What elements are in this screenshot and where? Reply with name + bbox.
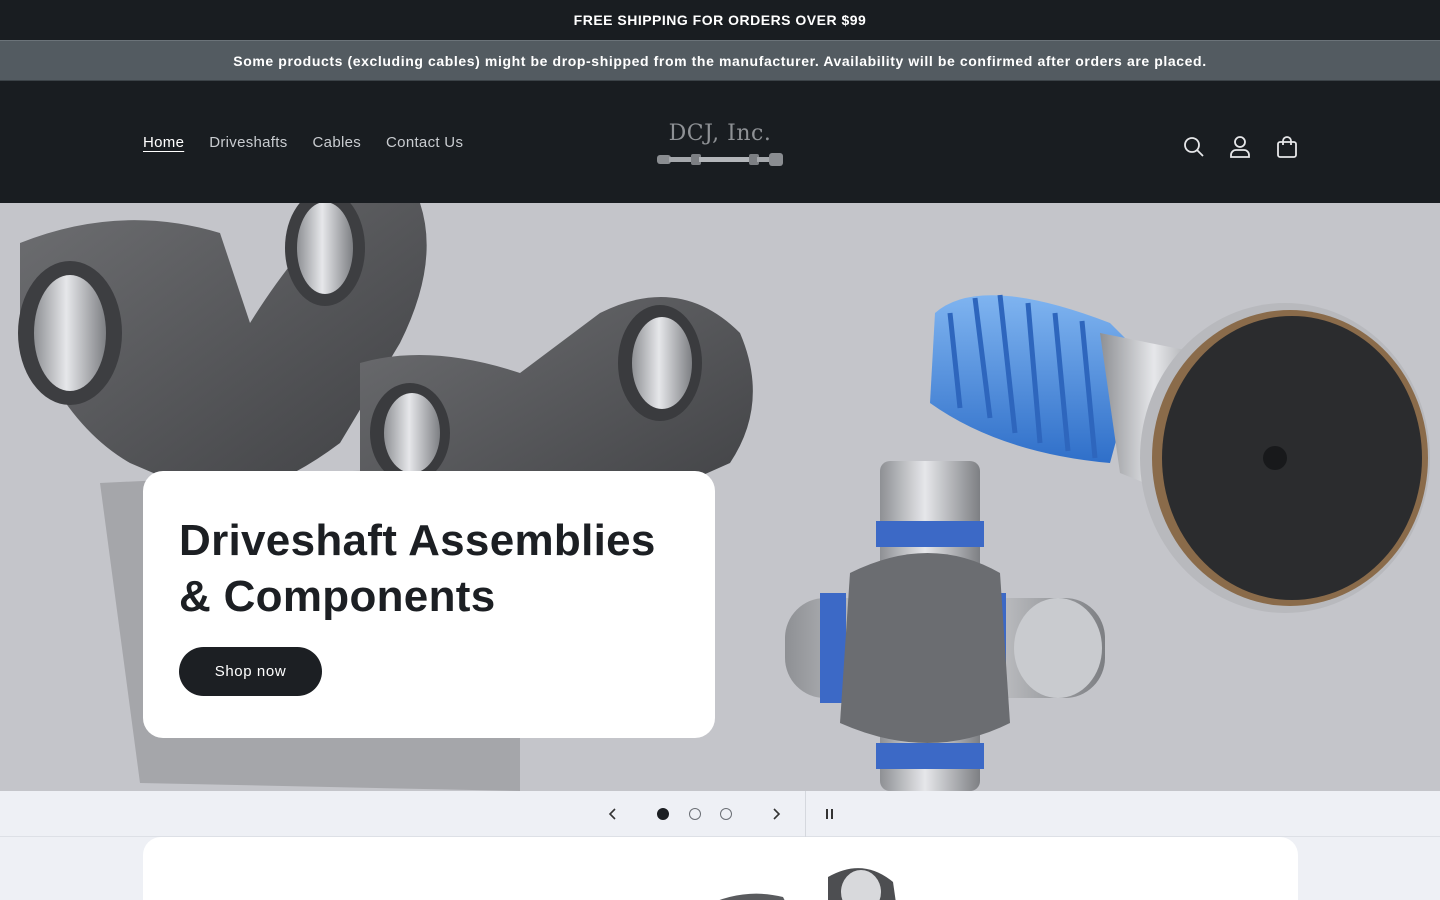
search-icon[interactable] bbox=[1181, 134, 1207, 160]
hero-content-card: Driveshaft Assemblies & Components Shop … bbox=[143, 471, 715, 738]
pause-icon[interactable] bbox=[815, 791, 845, 837]
hero-slideshow: Driveshaft Assemblies & Components Shop … bbox=[0, 203, 1440, 791]
announcement-dropship-text: Some products (excluding cables) might b… bbox=[233, 52, 1207, 69]
nav-item-home[interactable]: Home bbox=[143, 134, 184, 151]
driveshaft-logo-icon bbox=[657, 153, 783, 166]
yoke-preview-image bbox=[719, 868, 896, 900]
logo-text: DCJ, Inc. bbox=[668, 121, 772, 146]
site-logo[interactable]: DCJ, Inc. bbox=[655, 121, 785, 173]
nav-item-driveshafts[interactable]: Driveshafts bbox=[209, 134, 287, 151]
chevron-right-icon[interactable] bbox=[761, 791, 791, 837]
announcement-shipping-text: FREE SHIPPING FOR ORDERS OVER $99 bbox=[573, 12, 867, 28]
chevron-left-icon[interactable] bbox=[598, 791, 628, 837]
site-header: Home Driveshafts Cables Contact Us DCJ, … bbox=[0, 81, 1440, 203]
shop-now-button[interactable]: Shop now bbox=[179, 647, 322, 696]
nav-item-contact-us[interactable]: Contact Us bbox=[386, 134, 463, 151]
slideshow-controls bbox=[0, 791, 1440, 837]
main-nav: Home Driveshafts Cables Contact Us bbox=[143, 81, 488, 203]
slide-dot-3[interactable] bbox=[720, 808, 732, 820]
cart-icon[interactable] bbox=[1274, 134, 1300, 160]
featured-section bbox=[143, 837, 1298, 900]
account-icon[interactable] bbox=[1227, 134, 1253, 160]
hero-title: Driveshaft Assemblies & Components bbox=[179, 516, 656, 621]
announcement-bar-shipping: FREE SHIPPING FOR ORDERS OVER $99 bbox=[0, 0, 1440, 40]
slide-dot-2[interactable] bbox=[689, 808, 701, 820]
slide-dot-1[interactable] bbox=[657, 808, 669, 820]
announcement-bar-dropship: Some products (excluding cables) might b… bbox=[0, 40, 1440, 81]
controls-divider bbox=[805, 791, 806, 837]
nav-item-cables[interactable]: Cables bbox=[313, 134, 362, 151]
